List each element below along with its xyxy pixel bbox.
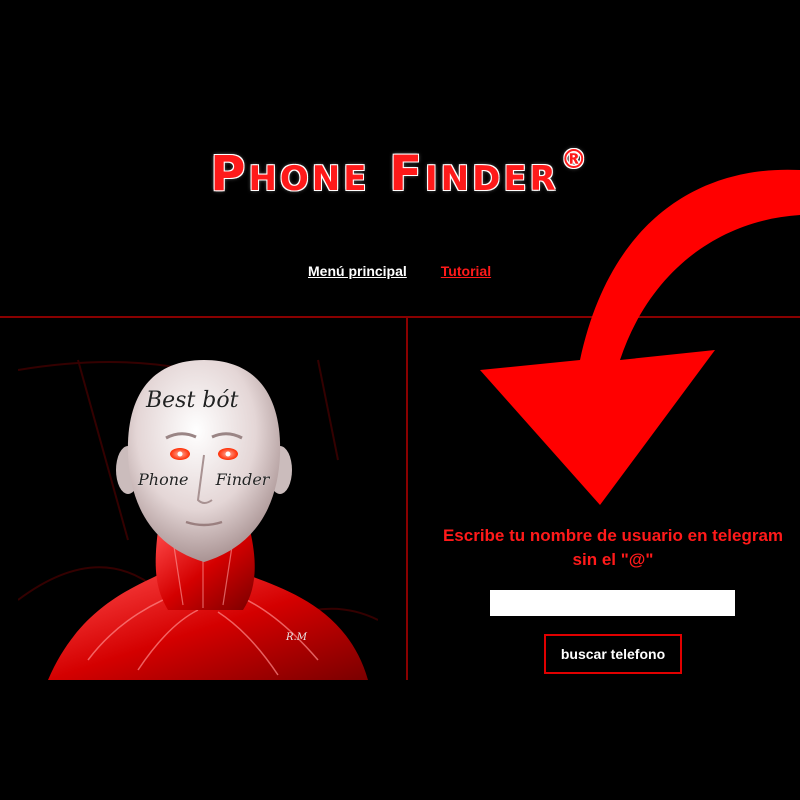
curved-arrow-down-icon: [480, 169, 800, 506]
artist-signature: R.M: [286, 632, 307, 643]
search-phone-button[interactable]: buscar telefono: [544, 634, 682, 674]
hero-artwork: Best bót Phone Finder R.M: [18, 340, 378, 680]
telegram-username-input[interactable]: [490, 590, 735, 616]
page: Phone Finder® Menú principal Tutorial Be…: [0, 0, 800, 800]
tattoo-text-top: Best bót: [146, 388, 239, 413]
main-nav: Menú principal Tutorial: [308, 263, 491, 279]
username-prompt: Escribe tu nombre de usuario en telegram…: [442, 526, 784, 569]
vertical-divider: [406, 318, 408, 680]
tattoo-text-face: Phone Finder: [138, 470, 270, 489]
nav-link-main-menu[interactable]: Menú principal: [308, 263, 407, 279]
